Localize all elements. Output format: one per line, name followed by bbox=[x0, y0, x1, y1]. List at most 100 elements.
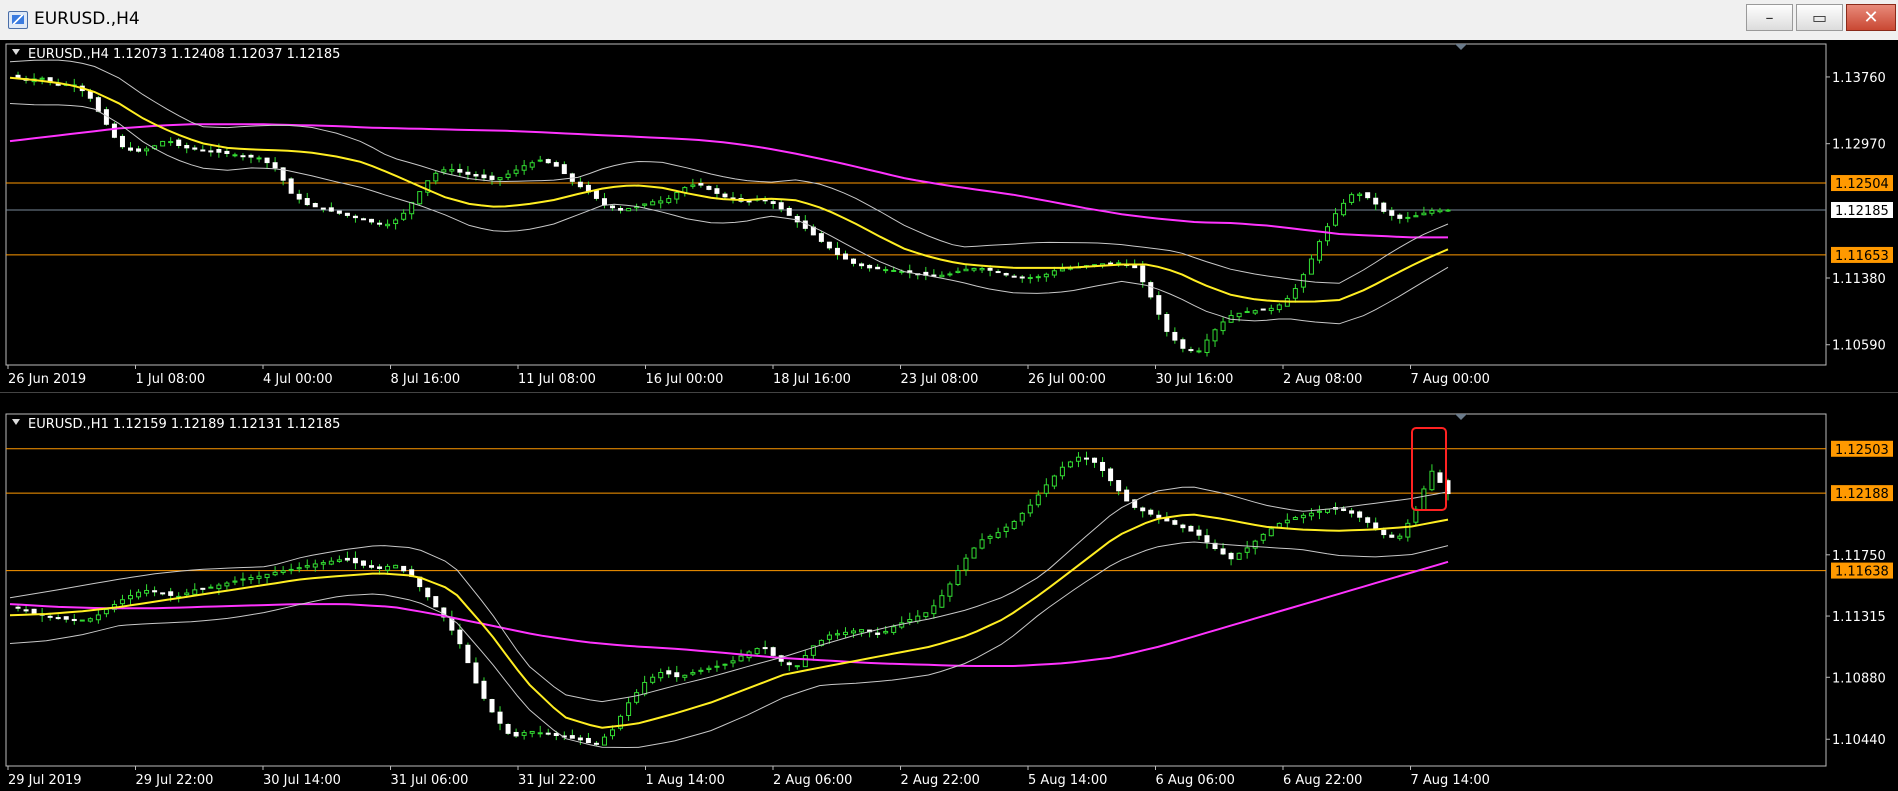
bull-candle-body bbox=[1027, 277, 1033, 280]
bear-candle-body bbox=[1365, 192, 1371, 199]
close-button[interactable]: ✕ bbox=[1846, 4, 1896, 31]
bear-candle-body bbox=[344, 557, 350, 561]
bollinger-lower-band bbox=[9, 541, 1449, 749]
bear-candle-body bbox=[320, 207, 326, 210]
bear-candle-body bbox=[1180, 524, 1186, 529]
bear-candle-body bbox=[1204, 535, 1210, 543]
candles-group bbox=[15, 71, 1451, 357]
bull-candle-body bbox=[385, 223, 391, 227]
bull-candle-body bbox=[883, 269, 889, 272]
bull-candle-body bbox=[256, 575, 262, 579]
bear-candle-body bbox=[1140, 507, 1146, 512]
bull-candle-body bbox=[144, 148, 150, 152]
y-tick-label: 1.10880 bbox=[1832, 671, 1886, 686]
bull-candle-body bbox=[1027, 504, 1033, 514]
bear-candle-body bbox=[1003, 272, 1009, 276]
bear-candle-body bbox=[360, 218, 366, 221]
bear-candle-body bbox=[666, 670, 672, 675]
bull-candle-body bbox=[1413, 508, 1419, 523]
bear-candle-body bbox=[288, 178, 294, 194]
h4-chart-pane[interactable]: EURUSD.,H4 1.12073 1.12408 1.12037 1.121… bbox=[0, 40, 1898, 392]
bear-candle-body bbox=[875, 266, 881, 270]
bull-candle-body bbox=[979, 539, 985, 549]
bull-candle-body bbox=[955, 270, 961, 273]
chart-shift-marker-icon bbox=[1455, 414, 1467, 420]
bear-candle-body bbox=[786, 662, 792, 666]
h4-chart-svg[interactable]: EURUSD.,H4 1.12073 1.12408 1.12037 1.121… bbox=[0, 40, 1898, 392]
moving-average-yellow bbox=[9, 513, 1449, 729]
minimize-button[interactable]: – bbox=[1746, 4, 1793, 31]
bull-candle-body bbox=[1260, 533, 1266, 541]
bull-candle-body bbox=[1292, 517, 1298, 520]
bear-candle-body bbox=[826, 241, 832, 249]
window-title-bar: EURUSD.,H4 – ▭ ✕ bbox=[0, 0, 1898, 41]
bull-candle-body bbox=[706, 667, 712, 671]
bull-candle-body bbox=[690, 184, 696, 187]
bear-candle-body bbox=[377, 222, 383, 225]
bear-candle-body bbox=[473, 662, 479, 684]
y-tick-label: 1.11380 bbox=[1832, 272, 1886, 287]
bull-candle-body bbox=[995, 532, 1001, 538]
bull-candle-body bbox=[907, 618, 913, 623]
bear-candle-body bbox=[168, 591, 174, 596]
bull-candle-body bbox=[1405, 216, 1411, 219]
bear-candle-body bbox=[593, 190, 599, 199]
bull-candle-body bbox=[963, 557, 969, 571]
bear-candle-body bbox=[1341, 508, 1347, 511]
h1-chart-svg[interactable]: EURUSD.,H1 1.12159 1.12189 1.12131 1.121… bbox=[0, 410, 1898, 791]
x-tick-label: 5 Aug 14:00 bbox=[1028, 773, 1107, 788]
bear-candle-body bbox=[601, 198, 607, 206]
bull-candle-body bbox=[682, 674, 688, 678]
bull-candle-body bbox=[1067, 461, 1073, 468]
x-tick-label: 26 Jun 2019 bbox=[8, 372, 86, 387]
bull-candle-body bbox=[714, 665, 720, 668]
bull-candle-body bbox=[931, 605, 937, 615]
bull-candle-body bbox=[497, 177, 503, 181]
bull-candle-body bbox=[658, 671, 664, 679]
bear-candle-body bbox=[1357, 511, 1363, 518]
y-tick-label: 1.10440 bbox=[1832, 733, 1886, 748]
bull-candle-body bbox=[1059, 466, 1065, 477]
bear-candle-body bbox=[1365, 517, 1371, 523]
chart-window-icon bbox=[8, 11, 28, 29]
bear-candle-body bbox=[545, 732, 551, 735]
x-tick-label: 1 Jul 08:00 bbox=[136, 372, 206, 387]
bull-candle-body bbox=[1316, 241, 1322, 261]
bull-candle-body bbox=[264, 573, 270, 579]
bull-candle-body bbox=[441, 169, 447, 173]
chart-info-label: EURUSD.,H1 1.12159 1.12189 1.12131 1.121… bbox=[28, 417, 340, 432]
bull-candle-body bbox=[971, 267, 977, 271]
bull-candle-body bbox=[336, 559, 342, 562]
bull-candle-body bbox=[658, 200, 664, 204]
bull-candle-body bbox=[1244, 311, 1250, 314]
bear-candle-body bbox=[296, 193, 302, 200]
bull-candle-body bbox=[1236, 312, 1242, 318]
bull-candle-body bbox=[971, 547, 977, 559]
pane-separator[interactable] bbox=[0, 392, 1898, 411]
bull-candle-body bbox=[1075, 456, 1081, 462]
y-tick-label: 1.11750 bbox=[1832, 549, 1886, 564]
bear-candle-body bbox=[706, 185, 712, 190]
bull-candle-body bbox=[87, 618, 93, 622]
bear-candle-body bbox=[722, 193, 728, 198]
h1-chart-pane[interactable]: EURUSD.,H1 1.12159 1.12189 1.12131 1.121… bbox=[0, 410, 1898, 791]
bull-candle-body bbox=[1204, 339, 1210, 354]
bull-candle-body bbox=[232, 580, 238, 583]
bear-candle-body bbox=[1092, 457, 1098, 463]
y-tick-label: 1.13760 bbox=[1832, 71, 1886, 86]
bear-candle-body bbox=[128, 147, 134, 151]
price-line-label: 1.11653 bbox=[1835, 249, 1889, 264]
bear-candle-body bbox=[481, 680, 487, 699]
bear-candle-body bbox=[1108, 468, 1114, 482]
bear-candle-body bbox=[618, 208, 624, 211]
maximize-button[interactable]: ▭ bbox=[1796, 4, 1843, 31]
bear-candle-body bbox=[1373, 197, 1379, 205]
bear-candle-body bbox=[457, 169, 463, 173]
bull-candle-body bbox=[505, 173, 511, 178]
bear-candle-body bbox=[553, 162, 559, 167]
bear-candle-body bbox=[1156, 514, 1162, 519]
bear-candle-body bbox=[160, 592, 166, 595]
bull-candle-body bbox=[224, 582, 230, 587]
bear-candle-body bbox=[770, 201, 776, 204]
bull-candle-body bbox=[1268, 307, 1274, 312]
